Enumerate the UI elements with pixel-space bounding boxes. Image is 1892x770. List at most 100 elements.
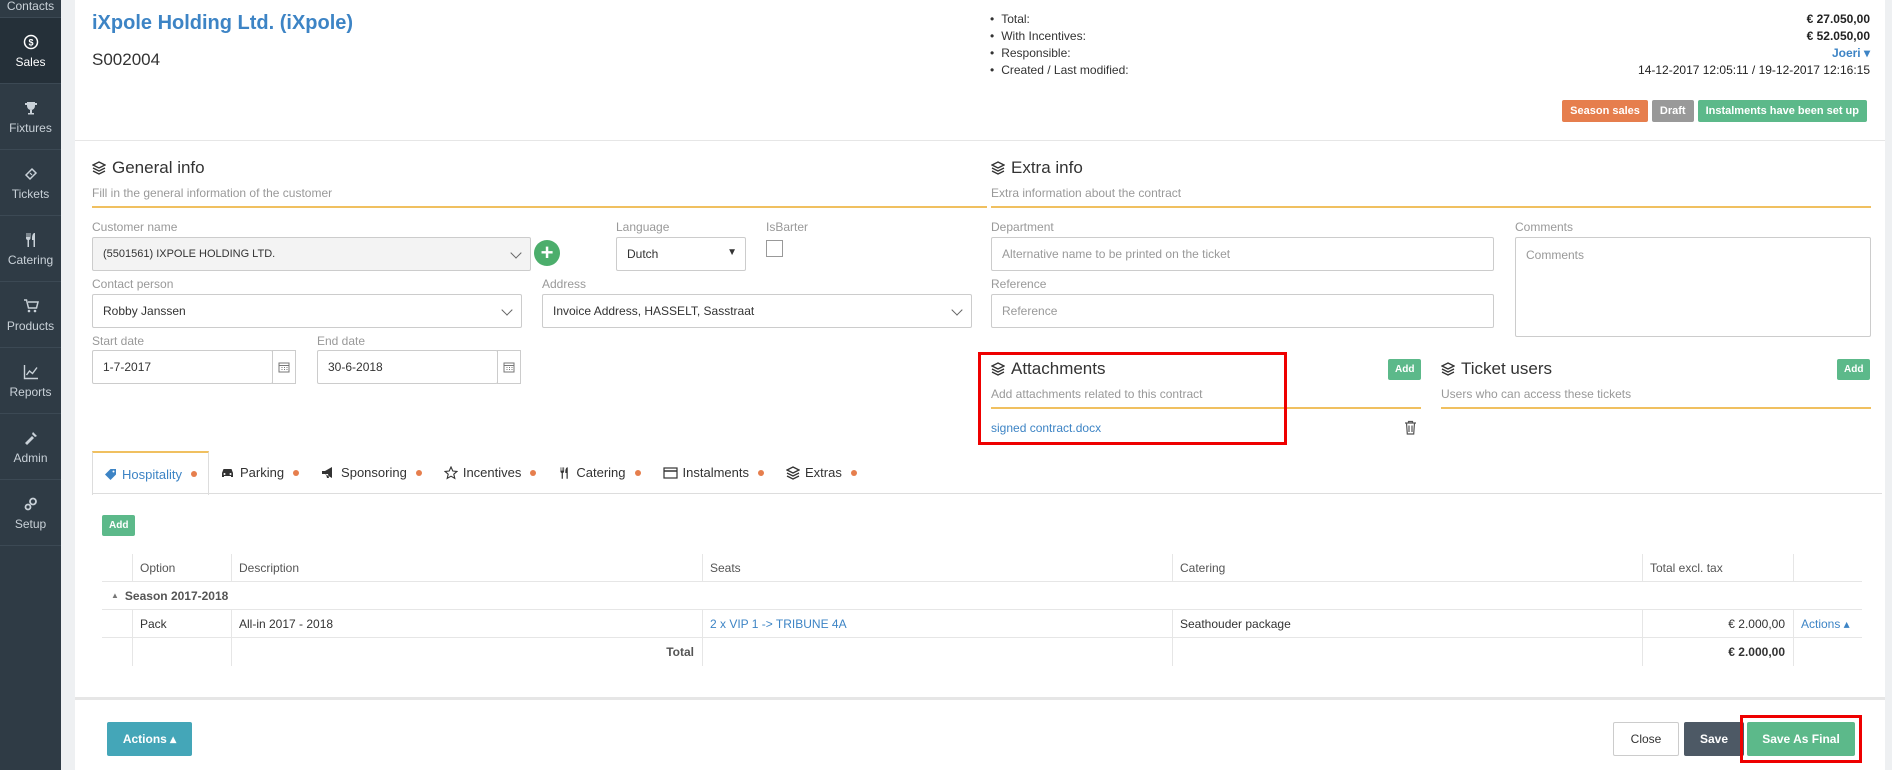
tab-hospitality[interactable]: Hospitality (92, 451, 209, 495)
incentives-value: € 52.050,00 (1806, 29, 1870, 43)
tab-parking[interactable]: Parking (209, 451, 310, 494)
trash-icon[interactable] (1404, 420, 1417, 438)
summary-list: Total: € 27.050,00 With Incentives: € 52.0… (990, 11, 1870, 79)
tab-instalments[interactable]: Instalments (652, 451, 775, 494)
add-customer-icon[interactable]: + (534, 240, 560, 266)
tab-label: Instalments (682, 465, 749, 480)
contact-person-select[interactable]: Robby Janssen (92, 294, 522, 328)
tab-catering[interactable]: Catering (547, 451, 651, 494)
dollar-icon: $ (21, 32, 41, 52)
chevron-down-icon (510, 247, 522, 259)
total-cell: € 2.000,00 (1642, 610, 1793, 637)
start-date-input[interactable]: 1-7-2017 (92, 350, 273, 384)
sidebar-item-products[interactable]: Products (0, 282, 61, 348)
ticket-users-heading: Ticket users (1461, 359, 1553, 378)
dropdown-arrow-icon: ▼ (727, 247, 737, 258)
sidebar-item-catering[interactable]: Catering (0, 216, 61, 282)
save-button[interactable]: Save (1684, 722, 1744, 756)
sidebar-item-label: Products (6, 319, 55, 333)
sidebar-item-contacts[interactable]: Contacts (0, 0, 61, 18)
sidebar-item-tickets[interactable]: Tickets (0, 150, 61, 216)
start-date-value: 1-7-2017 (103, 360, 152, 374)
created-label: Created / Last modified: (990, 62, 1128, 79)
tab-label: Incentives (462, 465, 522, 480)
calendar-icon[interactable] (497, 350, 521, 384)
sidebar-item-label: Tickets (11, 187, 50, 201)
column-header: Option (132, 554, 231, 581)
page-title: iXpole Holding Ltd. (iXpole) (92, 12, 354, 34)
sidebar-item-sales[interactable]: $ Sales (0, 18, 61, 84)
department-placeholder: Alternative name to be printed on the ti… (1002, 247, 1231, 261)
incentives-label: With Incentives: (990, 28, 1086, 45)
actions-button[interactable]: Actions ▴ (107, 722, 192, 756)
star-icon (443, 465, 458, 480)
sidebar-item-label: Contacts (6, 0, 55, 13)
sidebar-item-reports[interactable]: Reports (0, 348, 61, 414)
address-value: Invoice Address, HASSELT, Sasstraat (553, 304, 755, 318)
tab-sponsoring[interactable]: Sponsoring (310, 451, 433, 494)
section-underline (1441, 407, 1871, 409)
chevron-down-icon (951, 304, 963, 316)
table-cell (1793, 638, 1862, 666)
department-input[interactable]: Alternative name to be printed on the ti… (991, 237, 1494, 271)
table-cell (1793, 554, 1862, 581)
table-header: Option Description Seats Catering Total … (102, 554, 1862, 582)
status-badges: Season sales Draft Instalments have been… (1562, 100, 1867, 122)
general-info-subtitle: Fill in the general information of the c… (92, 186, 333, 200)
customer-name-select[interactable]: (5501561) IXPOLE HOLDING LTD. (92, 237, 531, 271)
footer-bar: Actions ▴ Close Save Save As Final (75, 697, 1885, 770)
add-ticket-user-button[interactable]: Add (1837, 359, 1871, 380)
extra-info-title: Extra info (991, 158, 1083, 178)
sidebar: Contacts $ Sales Fixtures Tickets Cateri… (0, 0, 61, 770)
tabs-underline (92, 493, 1882, 494)
add-attachment-button[interactable]: Add (1388, 359, 1422, 380)
contract-code: S002004 (92, 50, 161, 69)
comments-textarea[interactable]: Comments (1515, 237, 1871, 337)
sidebar-item-fixtures[interactable]: Fixtures (0, 84, 61, 150)
end-date-input[interactable]: 30-6-2018 (317, 350, 498, 384)
total-row: Total € 2.000,00 (102, 638, 1862, 666)
table-cell (102, 554, 132, 581)
reference-placeholder: Reference (1002, 304, 1058, 318)
status-dot (190, 471, 197, 477)
close-button[interactable]: Close (1613, 722, 1679, 756)
extra-info-heading: Extra info (1011, 158, 1083, 177)
tab-extras[interactable]: Extras (775, 451, 868, 494)
tab-label: Extras (805, 465, 842, 480)
reference-input[interactable]: Reference (991, 294, 1494, 328)
customer-name-value: (5501561) IXPOLE HOLDING LTD. (103, 248, 276, 260)
created-value: 14-12-2017 12:05:11 / 19-12-2017 12:16:1… (1638, 63, 1870, 77)
ticket-users-subtitle: Users who can access these tickets (1441, 387, 1632, 401)
add-hospitality-button[interactable]: Add (102, 515, 136, 536)
group-toggle[interactable]: ▲ Season 2017-2018 (102, 582, 602, 609)
line-chart-icon (21, 362, 41, 382)
tab-label: Hospitality (122, 466, 182, 482)
isbarter-checkbox[interactable] (766, 240, 783, 257)
address-select[interactable]: Invoice Address, HASSELT, Sasstraat (542, 294, 972, 328)
row-actions-button[interactable]: Actions ▴ (1793, 610, 1862, 637)
tab-incentives[interactable]: Incentives (433, 451, 548, 494)
megaphone-icon (322, 467, 333, 478)
status-dot (850, 469, 857, 476)
language-value: Dutch (627, 247, 659, 261)
car-icon (221, 469, 233, 477)
end-date-value: 30-6-2018 (328, 360, 383, 374)
seats-link[interactable]: 2 x VIP 1 -> TRIBUNE 4A (702, 610, 1172, 637)
column-header: Catering (1172, 554, 1642, 581)
status-dot (530, 469, 537, 476)
calendar-icon[interactable] (272, 350, 296, 384)
section-underline (991, 206, 1871, 208)
tab-label: Sponsoring (341, 465, 407, 480)
sidebar-item-admin[interactable]: Admin (0, 414, 61, 480)
layers-icon (1441, 362, 1455, 376)
grand-total-value: € 2.000,00 (1642, 638, 1793, 666)
address-label: Address (542, 277, 587, 291)
reference-label: Reference (991, 277, 1047, 291)
responsible-dropdown[interactable]: Joeri ▾ (1832, 45, 1870, 62)
language-select[interactable]: Dutch ▼ (616, 237, 746, 271)
sidebar-item-label: Fixtures (9, 121, 52, 135)
department-label: Department (991, 220, 1054, 234)
sidebar-item-setup[interactable]: Setup (0, 480, 61, 546)
general-info-heading: General info (112, 158, 205, 177)
group-row[interactable]: ▲ Season 2017-2018 (102, 582, 1862, 610)
